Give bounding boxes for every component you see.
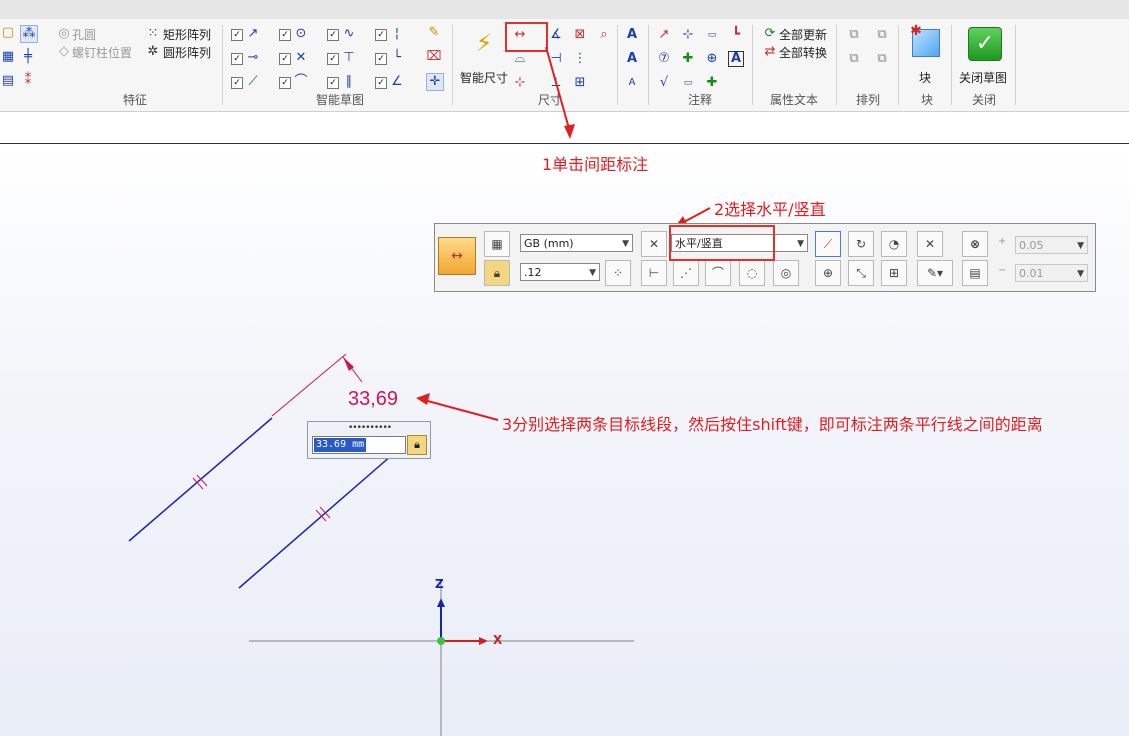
highlight-orientation-select [669, 225, 775, 261]
precision-grid-icon[interactable]: ⁘ [605, 260, 631, 286]
popup-drag-handle[interactable]: •••••••••• [348, 423, 392, 433]
callout-arrow-3 [423, 399, 499, 421]
tolerance-plus-sign: + [998, 236, 1007, 247]
linear-dim-icon[interactable]: ⊢ [641, 260, 667, 286]
canvas-graphics [128, 46, 711, 736]
angle-mode-icon[interactable]: ◔ [881, 231, 907, 257]
dimension-value[interactable]: 33,69 [348, 388, 398, 411]
tolerance-upper-value: 0.05 [1019, 239, 1044, 252]
dimension-style-icon[interactable]: ▦ [484, 231, 510, 257]
radial-dim-icon[interactable]: ◌ [739, 260, 765, 286]
dimension-axis-icon[interactable]: ✕ [641, 231, 667, 257]
chevron-down-icon: ▼ [797, 239, 804, 249]
chevron-down-icon: ▼ [589, 268, 596, 278]
lock-icon[interactable]: 🔒︎ [407, 435, 427, 455]
x-axis-label: X [493, 633, 503, 647]
callout-arrow-2 [681, 207, 711, 224]
precision-select-value: .12 [524, 266, 542, 279]
x-axis-head [479, 637, 488, 645]
dimension-input-field[interactable]: 33.69 mm [312, 436, 406, 454]
annotation-step3: 3分别选择两条目标线段，然后按住shift键，即可标注两条平行线之间的距离 [502, 415, 1043, 434]
arc-dim-icon[interactable]: ⌒ [705, 260, 731, 286]
annotation-step1: 1单击间距标注 [542, 155, 649, 174]
break-dim-icon[interactable]: ⤡ [848, 260, 874, 286]
chevron-down-icon: ▼ [1077, 241, 1084, 251]
distance-mode-icon[interactable]: ⟋ [815, 231, 841, 257]
chevron-down-icon: ▼ [622, 239, 629, 249]
dimension-text-icon[interactable]: ▤ [962, 260, 988, 286]
tolerance-lower-value: 0.01 [1019, 267, 1044, 280]
precision-select[interactable]: .12 ▼ [520, 263, 600, 281]
tolerance-minus-sign: − [998, 265, 1007, 276]
arc-mode-icon[interactable]: ↻ [848, 231, 874, 257]
tolerance-lower-select[interactable]: 0.01 ▼ [1015, 264, 1088, 282]
standard-select-value: GB (mm) [524, 237, 574, 250]
chevron-down-icon: ▼ [1077, 269, 1084, 279]
callout-arrowhead-1 [564, 124, 575, 139]
standard-select[interactable]: GB (mm) ▼ [520, 234, 633, 252]
dimension-extension-line [271, 353, 347, 417]
z-axis-label: Z [435, 577, 444, 591]
dimension-edit-popup: •••••••••• 33.69 mm 🔒︎ [307, 421, 431, 459]
callout-arrowhead-3 [416, 393, 430, 405]
diameter-dim-icon[interactable]: ◎ [773, 260, 799, 286]
dimension-prefix-icon[interactable]: ✎▾ [917, 260, 953, 286]
annotation-step2: 2选择水平/竖直 [714, 200, 826, 219]
origin-marker [437, 637, 445, 645]
sketch-line-2 [238, 454, 393, 589]
dimension-input-value: 33.69 mm [314, 438, 367, 452]
center-dim-icon[interactable]: ⊕ [815, 260, 841, 286]
cancel-dimension-icon[interactable]: ⊗ [962, 231, 988, 257]
z-axis-head [437, 598, 445, 607]
stack-dim-icon[interactable]: ⊞ [881, 260, 907, 286]
tolerance-upper-select[interactable]: 0.05 ▼ [1015, 236, 1088, 254]
slanted-dim-icon[interactable]: ⋰ [673, 260, 699, 286]
distance-dimension-icon[interactable]: ↔ [438, 237, 476, 275]
lock-icon[interactable]: 🔒︎ [484, 260, 510, 286]
callout-arrow-1 [545, 46, 571, 133]
clear-icon[interactable]: ✕ [917, 231, 943, 257]
